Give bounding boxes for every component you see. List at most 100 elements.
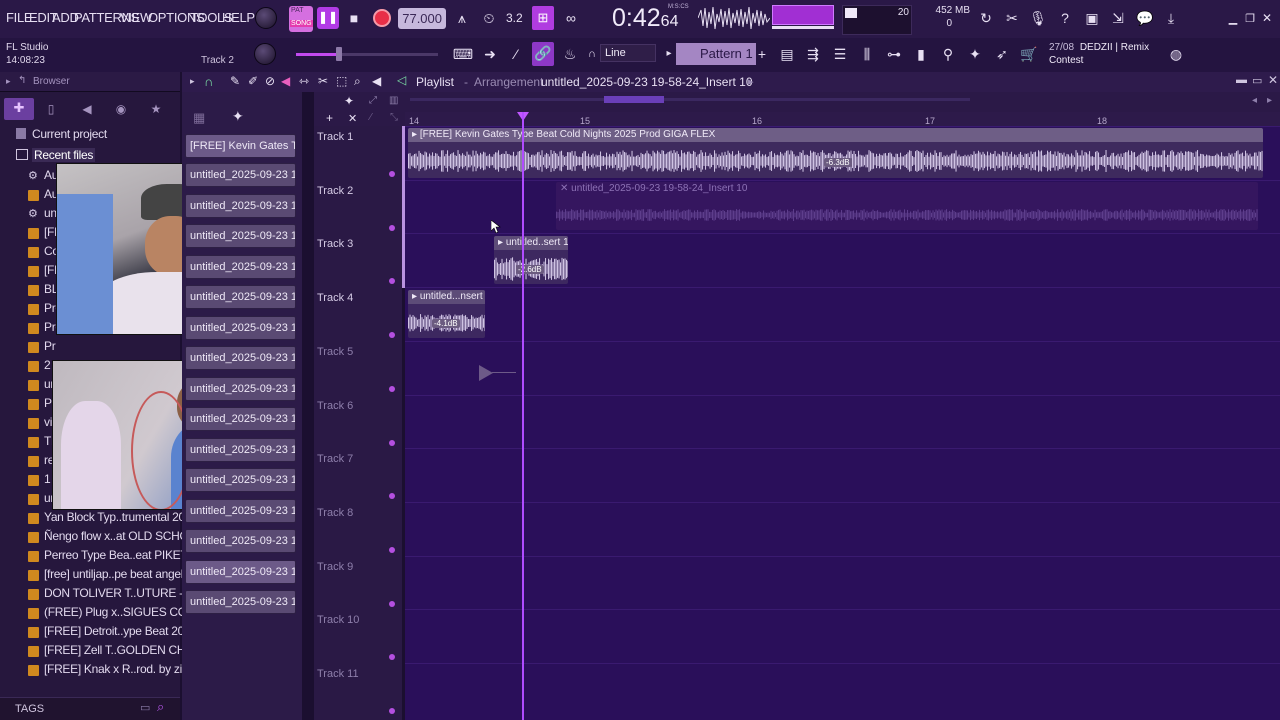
overview-window[interactable] [604,96,664,103]
slice-tool-icon[interactable]: ✂ [318,74,328,88]
track-label[interactable]: Track 1 [317,131,353,143]
clip-insert10-track2[interactable]: ✕ untitled_2025-09-23 19-58-24_Insert 10 [556,182,1258,230]
playlist-mode[interactable]: Arrangement [474,75,543,89]
master-pitch-slider[interactable] [296,47,438,61]
recent-file-item[interactable]: Yan Block Typ..trumental 2025 [44,510,198,524]
scroll-right-icon[interactable]: ▸ [1267,95,1272,106]
track-enable-dot[interactable] [389,708,395,714]
playback-tool-icon[interactable]: ◀ [372,74,381,88]
step-edit-value[interactable]: 3.2 [506,11,523,25]
add-pattern-icon[interactable]: + [756,44,768,64]
pitch-knob[interactable] [254,43,276,65]
recent-files-item[interactable]: Recent files [32,148,96,162]
recent-file-item[interactable]: Ñengo flow x..at OLD SCHOOL [44,529,204,543]
playlist-minimize-icon[interactable]: ▬ [1236,74,1247,86]
picker-marker-icon[interactable]: ▦ [193,110,205,126]
track-enable-dot[interactable] [389,600,395,607]
plugin-picker-icon[interactable]: ⚲ [937,44,959,64]
stop-button[interactable]: ■ [344,8,364,28]
playhead-line[interactable] [522,112,524,720]
browser-favorites-icon[interactable]: ★ [147,100,165,118]
track-row[interactable] [405,448,1280,501]
track-row[interactable] [405,663,1280,716]
track-label[interactable]: Track 8 [317,507,353,519]
scroll-left-icon[interactable]: ◂ [1252,95,1257,106]
track-row[interactable] [405,609,1280,662]
picker-clip-item[interactable]: untitled_2025-09-23 19-.. [185,163,296,187]
picker-clip-item[interactable]: untitled_2025-09-23 19-.. [185,224,296,248]
timeline-ruler[interactable] [405,112,1280,126]
loop-record-icon[interactable]: ∞ [560,8,582,28]
pattern-prev-icon[interactable]: ▸ [664,44,674,62]
link-icon[interactable]: 🔗 [532,42,554,66]
slider-handle[interactable] [336,47,342,61]
minimize-window-icon[interactable]: ▁ [1226,8,1240,28]
piano-roll-icon[interactable]: ⌨ [452,44,474,64]
cut-icon[interactable]: ✂ [1002,8,1022,28]
draw-tool-icon[interactable]: ✎ [230,74,240,88]
main-volume-knob[interactable] [255,7,277,29]
browser-back-icon[interactable]: ↰ [18,75,26,86]
track-enable-dot[interactable] [389,224,395,231]
help-icon[interactable]: ? [1055,8,1075,28]
countdown-icon[interactable]: ⏲ [478,8,500,28]
mute-tool-icon[interactable]: ◀ [281,74,290,88]
download-icon[interactable]: ⤓ [1161,8,1181,28]
close-track-icon[interactable]: ✕ [348,112,357,125]
step-seq-icon[interactable]: ⇶ [802,44,824,64]
picker-clip-item[interactable]: untitled_2025-09-23 19-.. [185,254,296,279]
picker-clip-item[interactable]: untitled_2025-09-23 19-.. [185,590,296,614]
arrange-icon[interactable]: ✦ [344,94,354,108]
browser-web-icon[interactable]: ◉ [112,100,130,118]
tags-folder-icon[interactable]: ▭ [140,701,150,714]
metronome-icon[interactable]: ⩚ [452,8,472,28]
current-project-item[interactable]: Current project [32,127,107,141]
recent-file-item[interactable]: 1 [44,472,51,486]
playlist-play-icon[interactable]: ◁ [397,73,406,87]
clip-insert10-track4[interactable]: ▸ untitled...nsert 10 -4.1dB [408,290,485,338]
chat-icon[interactable]: 💬 [1135,8,1155,28]
track-label[interactable]: Track 7 [317,453,353,465]
track-row[interactable] [405,501,1280,555]
browser-plugins-icon[interactable]: ◀ [78,100,96,118]
tracks-icon[interactable]: ▥ [389,95,398,106]
track-row[interactable] [405,555,1280,609]
tempo-display[interactable]: 77.000 [398,8,446,29]
add-track-icon[interactable]: + [326,111,333,125]
close-window-icon[interactable]: ✕ [1260,8,1274,28]
playlist-view-icon[interactable]: ▤ [776,44,798,64]
picker-clip-item[interactable]: untitled_2025-09-23 19-.. [185,559,296,584]
picker-clip-item[interactable]: untitled_2025-09-23 19-.. [185,376,296,401]
track-enable-dot[interactable] [389,385,395,392]
plugin-database-icon[interactable]: ▮ [910,44,932,64]
snap-select[interactable]: Line [600,44,656,62]
record-button[interactable] [373,9,391,27]
magnet-icon[interactable]: ∩ [586,46,598,62]
overview-scroll[interactable] [410,96,970,103]
browser-all-icon[interactable]: ✚ [4,98,34,120]
track-label[interactable]: Track 6 [317,400,353,412]
track-enable-dot[interactable] [389,546,395,553]
track-enable-dot[interactable] [389,171,395,177]
track-label[interactable]: Track 11 [317,668,359,680]
tags-search-icon[interactable]: ⌕ [157,699,164,715]
playlist-close-icon[interactable]: ✕ [1268,73,1278,87]
magnet-snap-icon[interactable]: ∩ [204,74,213,89]
zoom-tool-icon[interactable]: ⌕ [354,74,361,89]
playlist-maximize-icon[interactable]: ▭ [1252,74,1262,87]
stamp-icon[interactable]: ♨ [560,44,580,64]
save-icon[interactable]: ▣ [1082,8,1102,28]
pencil-snap-icon[interactable]: ⁄ [506,44,526,64]
picker-clip-item[interactable]: untitled_2025-09-23 19-.. [185,193,296,218]
export-icon[interactable]: ⇲ [1108,8,1128,28]
picker-clip-item[interactable]: untitled_2025-09-23 19-.. [185,498,296,523]
pat-song-toggle[interactable]: PAT SONG [289,6,313,32]
undo-history-icon[interactable]: ↻ [976,8,996,28]
browser-tree-icon[interactable]: ⊶ [883,44,905,64]
track-row[interactable] [405,394,1280,448]
track-label[interactable]: Track 9 [317,561,353,573]
browser-expand-icon[interactable]: ▸ [6,76,11,87]
menu-help[interactable]: HELP [222,10,255,25]
slip-tool-icon[interactable]: ⇿ [299,74,309,88]
recent-file-item[interactable]: 2 [44,358,51,372]
